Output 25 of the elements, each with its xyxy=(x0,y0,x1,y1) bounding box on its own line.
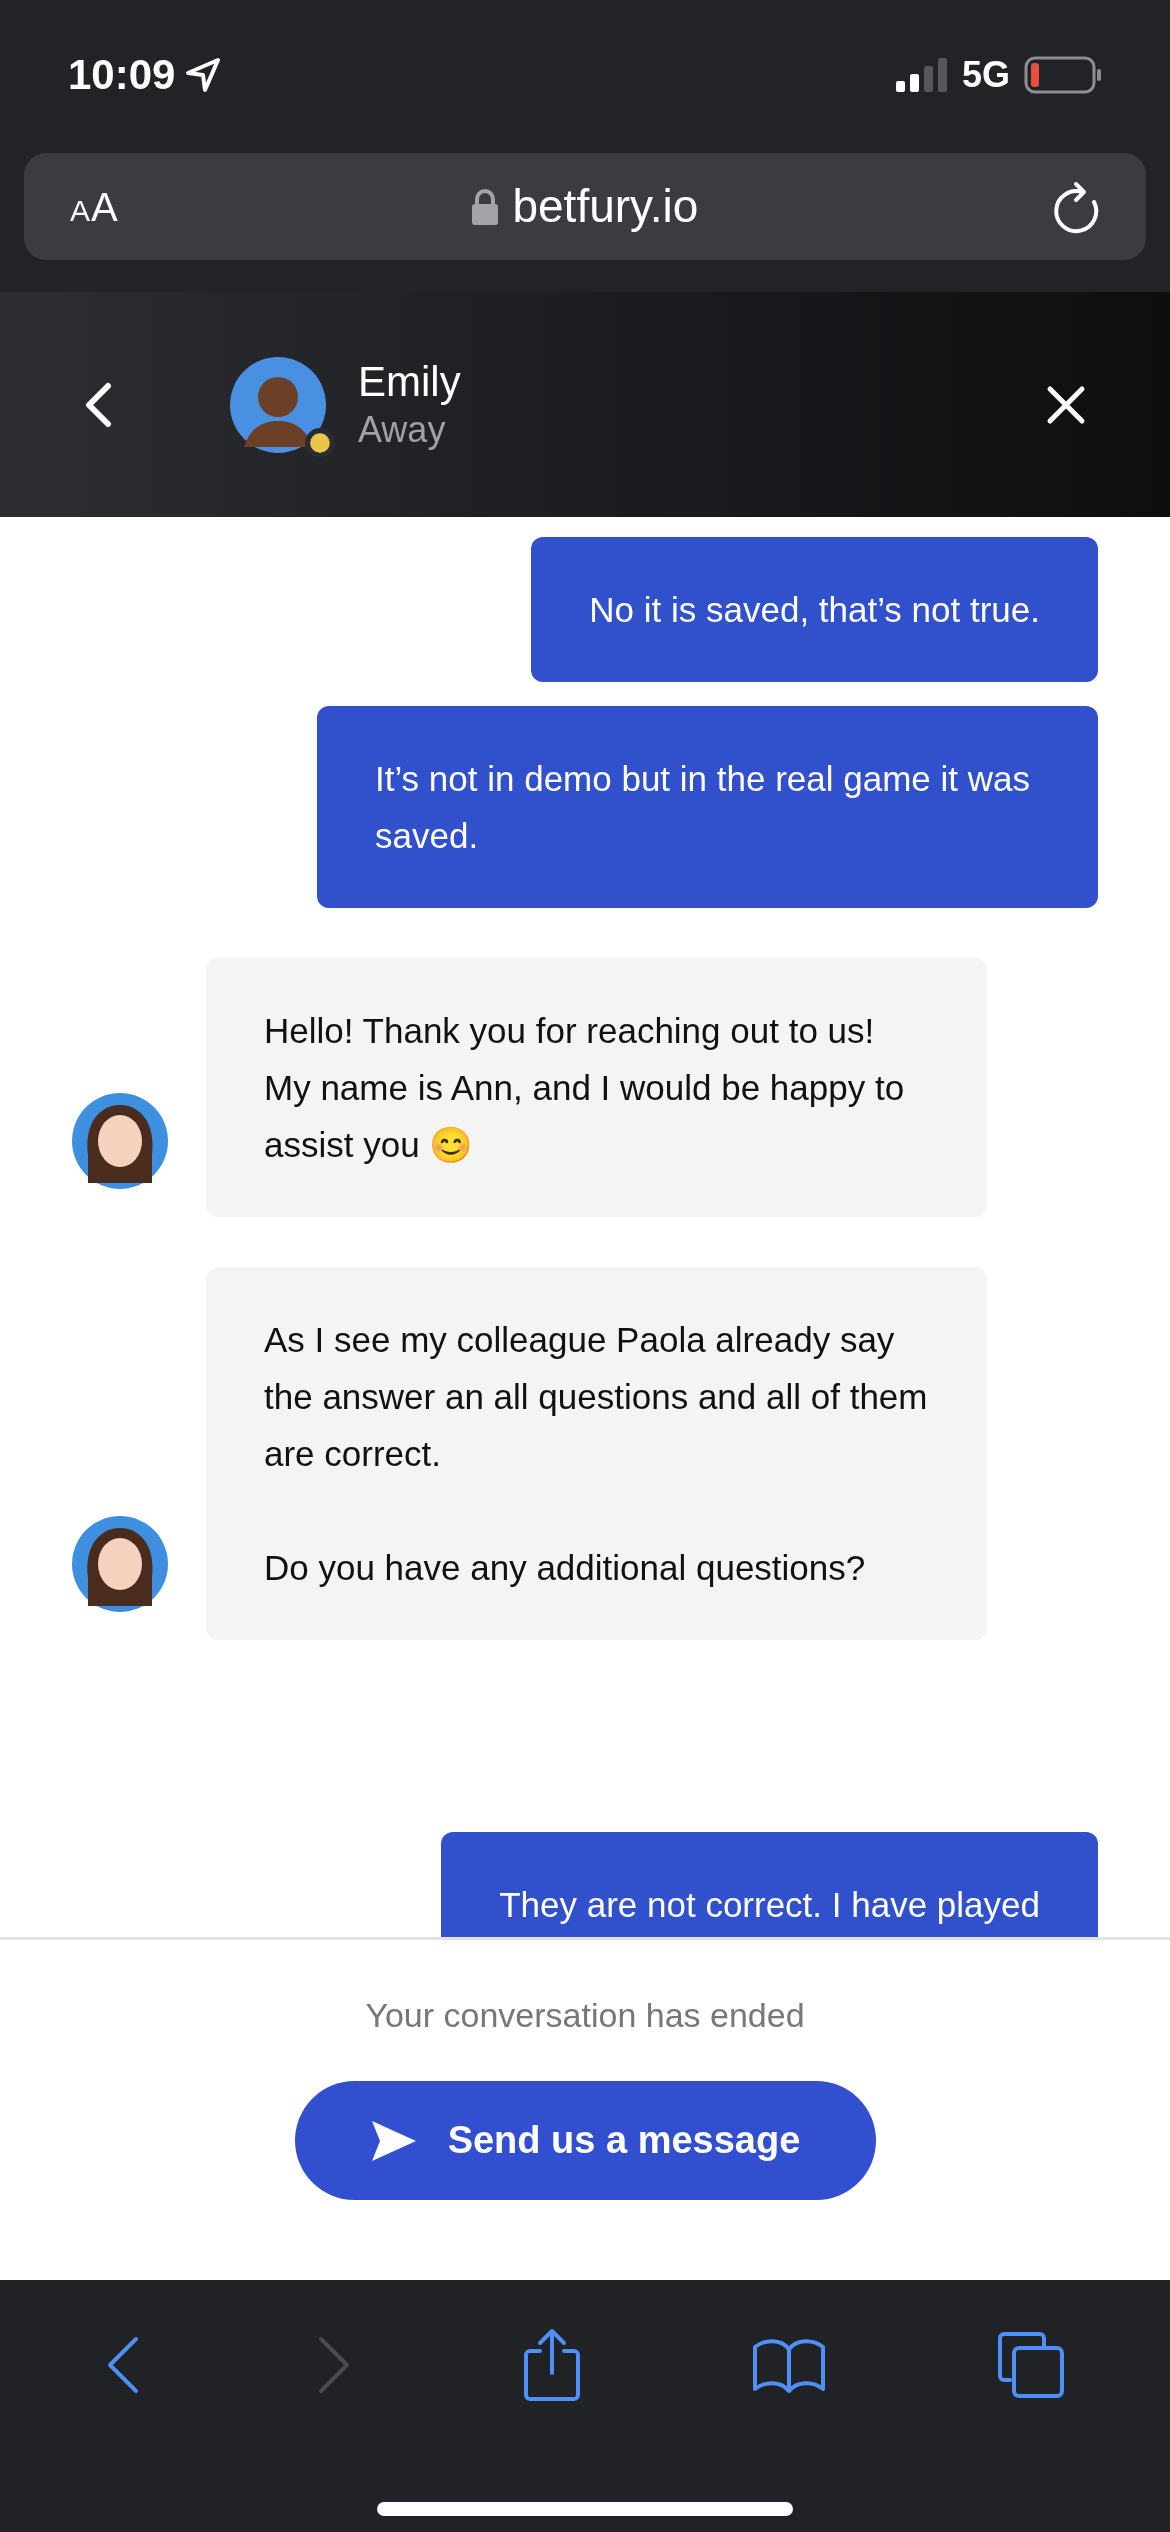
agent-status: Away xyxy=(358,407,447,452)
signal-icon xyxy=(895,56,948,93)
address-bar[interactable]: AA betfury.io xyxy=(24,153,1146,260)
network-label: 5G xyxy=(961,52,1010,97)
battery-icon xyxy=(1024,55,1102,94)
lock-icon xyxy=(472,188,499,225)
share-icon[interactable] xyxy=(522,2327,582,2403)
message-text: They are not correct. I have played xyxy=(499,1884,1040,1926)
back-chevron-icon[interactable] xyxy=(84,381,112,428)
agent-name: Emily xyxy=(358,356,461,407)
status-time: 10:09 xyxy=(68,50,176,100)
location-arrow-icon xyxy=(185,56,222,93)
text-size-button[interactable]: AA xyxy=(70,176,119,237)
close-icon[interactable] xyxy=(1046,384,1086,425)
send-icon xyxy=(369,2118,418,2163)
url-text: betfury.io xyxy=(512,179,699,234)
tabs-icon[interactable] xyxy=(995,2330,1066,2400)
conversation-ended-notice: Your conversation has ended xyxy=(365,1995,805,2036)
reload-icon[interactable] xyxy=(1052,179,1100,234)
send-message-button[interactable]: Send us a message xyxy=(294,2081,876,2200)
message-text: As I see my colleague Paola already say the answer an all questions and all of them are correct. xyxy=(264,1319,929,1475)
message-text: No it is saved, that’s not true. xyxy=(589,589,1040,631)
message-text: Do you have any additional questions? xyxy=(264,1547,867,1589)
message-text: It’s not in demo but in the real game it was saved. xyxy=(375,758,1031,857)
message-text: Hello! Thank you for reaching out to us! My name is Ann, and I would be happy to assist you 😊 xyxy=(264,1010,906,1166)
